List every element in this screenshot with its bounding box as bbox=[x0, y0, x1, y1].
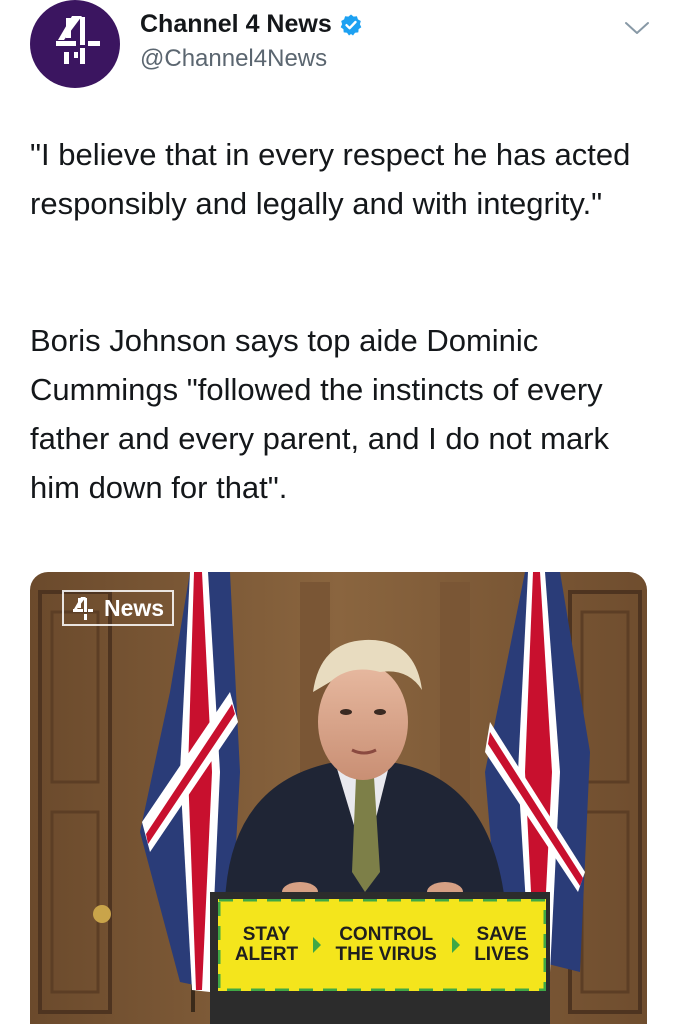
tweet-body-text: Boris Johnson says top aide Dominic Cumm… bbox=[30, 323, 610, 505]
verified-badge-icon bbox=[340, 14, 362, 35]
sign-border-stripes bbox=[218, 899, 546, 991]
channel-4-logo-icon bbox=[73, 597, 93, 620]
author-name-row[interactable]: Channel 4 News bbox=[140, 10, 363, 39]
author-handle[interactable]: @Channel4News bbox=[140, 45, 327, 73]
channel4-avatar[interactable] bbox=[30, 0, 120, 88]
tweet-video-media[interactable]: News STAY ALERT CONTROL THE VIRUS SAVE L… bbox=[30, 572, 647, 1024]
display-name[interactable]: Channel 4 News bbox=[140, 10, 332, 39]
watermark-label: News bbox=[104, 594, 165, 621]
chevron-down-icon[interactable] bbox=[623, 18, 651, 38]
podium-slogan-sign: STAY ALERT CONTROL THE VIRUS SAVE LIVES bbox=[218, 899, 546, 991]
channel-4-logo-icon bbox=[56, 16, 100, 64]
tweet-quote-text: "I believe that in every respect he has … bbox=[30, 137, 631, 221]
channel4-news-watermark: News bbox=[62, 590, 175, 626]
